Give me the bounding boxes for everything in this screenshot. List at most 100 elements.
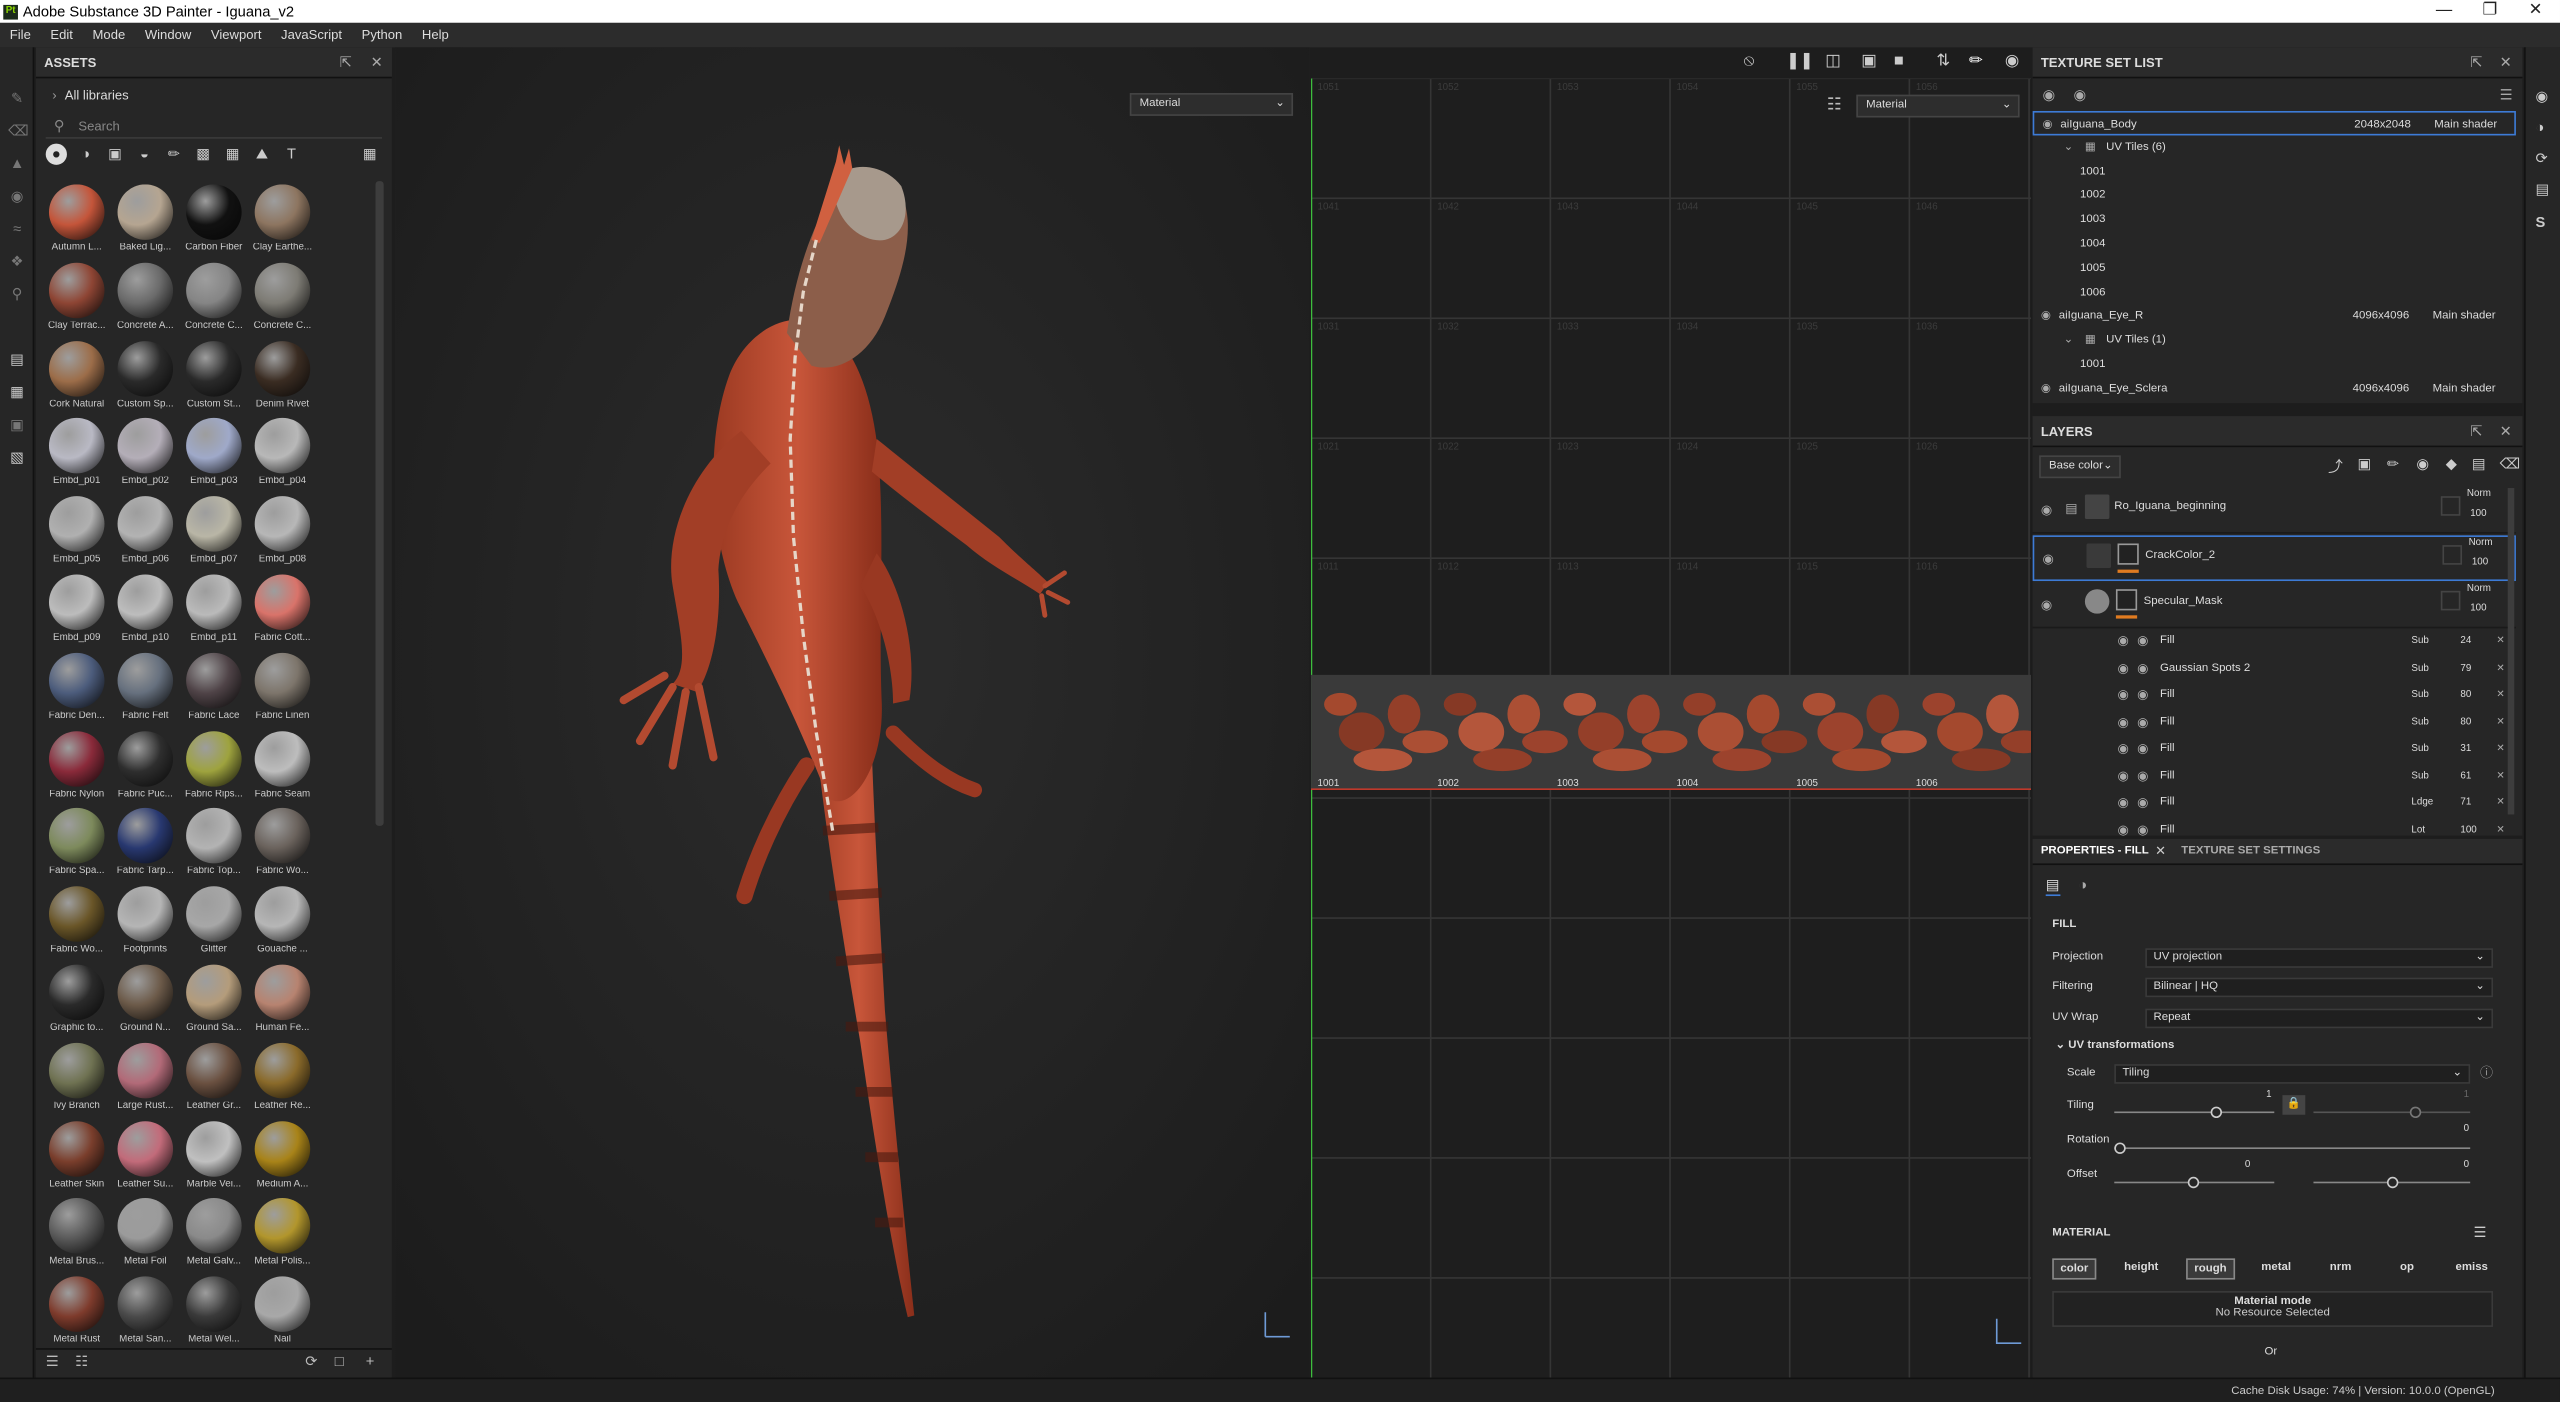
asset-item[interactable]: Embd_p11	[181, 574, 246, 653]
uv-tile-row[interactable]: 1005	[2033, 256, 2516, 280]
uvwrap-select[interactable]: Repeat ⌄	[2145, 1008, 2494, 1029]
effect-blend-mode[interactable]: Sub	[2411, 628, 2428, 654]
asset-item[interactable]: Carbon Fiber	[181, 184, 246, 262]
effect-opacity[interactable]: 80	[2460, 709, 2471, 735]
asset-item[interactable]: Leather Gr...	[181, 1042, 246, 1121]
layer-blend-mode[interactable]: Norm	[2469, 539, 2493, 549]
tiling-slider-track-2[interactable]	[2313, 1111, 2471, 1114]
tab-properties-fill[interactable]: PROPERTIES - FILL	[2041, 845, 2149, 856]
maximize-icon[interactable]: ❐	[2465, 0, 2514, 23]
rotation-slider-track[interactable]	[2114, 1147, 2471, 1150]
asset-item[interactable]: Glitter	[181, 886, 246, 965]
hide-ui-icon[interactable]: ⦸	[1744, 52, 1755, 70]
remove-effect-icon[interactable]: ✕	[2496, 628, 2504, 654]
shader-settings-icon[interactable]: ▧	[8, 449, 26, 467]
layer-row[interactable]: ◉ CrackColor_2 Norm 100	[2032, 535, 2516, 582]
viewport-2d[interactable]: 1051 1052 1053 1054 1055 1056 1041 1042 1043 1044…	[1311, 78, 2032, 1378]
paint-brush-icon[interactable]: ✎	[8, 90, 26, 108]
asset-item[interactable]: Metal Brus...	[44, 1198, 109, 1277]
assets-panel-icon[interactable]: ▤	[8, 351, 26, 369]
remove-effect-icon[interactable]: ✕	[2496, 655, 2504, 681]
paint-mode-icon[interactable]: ✏	[1969, 52, 1983, 70]
assets-scrollbar[interactable]	[375, 181, 384, 826]
effect-blend-mode[interactable]: Ldge	[2411, 790, 2433, 816]
float-panel-icon[interactable]: ⇱	[340, 47, 352, 78]
asset-item[interactable]: Embd_p08	[250, 496, 315, 574]
asset-item[interactable]: Autumn L...	[44, 184, 109, 262]
lock-icon[interactable]: 🔒	[2282, 1095, 2306, 1115]
material-menu-icon[interactable]: ☰	[2473, 1224, 2486, 1242]
asset-item[interactable]: Fabric Spa...	[44, 808, 109, 887]
channel-height-toggle[interactable]: height	[2118, 1258, 2165, 1279]
uv-tile-row[interactable]: 1004	[2033, 232, 2516, 256]
asset-item[interactable]: Fabric Felt	[113, 652, 178, 731]
asset-item[interactable]: Fabric Seam	[250, 730, 315, 809]
solo-eye-icon[interactable]: ◉	[2073, 87, 2086, 105]
text-filter-icon[interactable]: T	[281, 144, 302, 165]
asset-item[interactable]: Graphic to...	[44, 964, 109, 1043]
asset-item[interactable]: Metal Rust	[44, 1276, 109, 1352]
effect-row[interactable]: ◉ ◉ Gaussian Spots 2 Sub 79 ✕	[2033, 655, 2516, 681]
asset-item[interactable]: Custom Sp...	[113, 340, 178, 418]
asset-item[interactable]: Leather Su...	[113, 1120, 178, 1199]
display-dock-icon[interactable]: ◑	[2536, 119, 2545, 135]
texture-set-row[interactable]: ◉ aiIguana_Eye_Sclera 4096x4096 Main shader	[2033, 377, 2516, 401]
asset-item[interactable]: Metal Wel...	[181, 1276, 246, 1352]
asset-item[interactable]: Marble Vei...	[181, 1120, 246, 1199]
effect-opacity[interactable]: 80	[2460, 682, 2471, 708]
layer-blend-mode[interactable]: Norm	[2467, 584, 2491, 594]
asset-item[interactable]: Metal Galv...	[181, 1198, 246, 1277]
asset-item[interactable]: Cork Natural	[44, 340, 109, 418]
uv-tile-row[interactable]: 1001	[2033, 159, 2516, 183]
channel-select[interactable]: Base color ⌄	[2039, 455, 2121, 479]
asset-item[interactable]: Embd_p06	[113, 496, 178, 574]
menu-python[interactable]: Python	[352, 28, 412, 43]
right-viewport-mode-select[interactable]: Material ⌄	[1856, 94, 2020, 118]
layer-opacity[interactable]: 100	[2470, 604, 2486, 614]
uv-tiles-group[interactable]: ⌄ ▦ UV Tiles (1)	[2033, 328, 2516, 352]
sort-icon[interactable]: ☷	[75, 1353, 88, 1371]
clone-icon[interactable]: ❖	[8, 253, 26, 271]
effect-row[interactable]: ◉ ◉ Fill Ldge 71 ✕	[2033, 790, 2516, 816]
menu-help[interactable]: Help	[412, 28, 458, 43]
eye-icon[interactable]: ◉	[2118, 709, 2129, 735]
effect-row[interactable]: ◉ ◉ Fill Sub 80 ✕	[2033, 682, 2516, 708]
picker-icon[interactable]: ⚲	[8, 286, 26, 304]
channel-nrm-toggle[interactable]: nrm	[2323, 1258, 2358, 1279]
asset-item[interactable]: Embd_p07	[181, 496, 246, 574]
asset-item[interactable]: Ground Sa...	[181, 964, 246, 1043]
layer-row[interactable]: ◉ ▤ Ro_Iguana_beginning Norm 100	[2032, 488, 2516, 534]
left-viewport-mode-select[interactable]: Material ⌄	[1129, 93, 1294, 116]
view-mode-icon[interactable]: ◫	[1825, 52, 1840, 70]
search-input[interactable]: ⚲ Search	[45, 114, 383, 139]
effect-opacity[interactable]: 24	[2460, 628, 2471, 654]
asset-item[interactable]: Ivy Branch	[44, 1042, 109, 1121]
asset-item[interactable]: Medium A...	[250, 1120, 315, 1199]
eye-icon[interactable]: ◉	[2118, 790, 2129, 816]
remove-effect-icon[interactable]: ✕	[2496, 763, 2504, 789]
masks-filter-icon[interactable]: ▣	[104, 144, 125, 165]
close-window-icon[interactable]: ✕	[2511, 0, 2560, 23]
brushes-filter-icon[interactable]: ✏	[163, 144, 184, 165]
uv-tiles-group[interactable]: ⌄ ▦ UV Tiles (6)	[2033, 135, 2516, 159]
projection-icon[interactable]: ▲	[8, 155, 26, 173]
add-fill-layer-icon[interactable]: ◉	[2416, 455, 2429, 473]
channel-rough-toggle[interactable]: rough	[2186, 1258, 2235, 1280]
menu-edit[interactable]: Edit	[41, 28, 83, 43]
list-options-icon[interactable]: ☰	[46, 1353, 59, 1371]
tiling-slider-handle-2[interactable]	[2409, 1106, 2422, 1119]
close-panel-icon[interactable]: ✕	[371, 47, 383, 78]
minimize-icon[interactable]: —	[2420, 0, 2469, 23]
effect-row[interactable]: ◉ ◉ Fill Sub 80 ✕	[2033, 709, 2516, 735]
effect-blend-mode[interactable]: Sub	[2411, 709, 2428, 735]
projection-select[interactable]: UV projection ⌄	[2145, 948, 2494, 968]
add-effect-icon[interactable]: ⤴	[2328, 455, 2343, 476]
uv-tile-row[interactable]: 1006	[2033, 280, 2516, 304]
remove-effect-icon[interactable]: ✕	[2496, 790, 2504, 816]
float-panel-icon[interactable]: ⇱	[2470, 47, 2482, 78]
smart-materials-filter-icon[interactable]: ◑	[75, 144, 96, 165]
asset-item[interactable]: Large Rust...	[113, 1042, 178, 1121]
refresh-icon[interactable]: ⟳	[305, 1353, 317, 1371]
effect-blend-mode[interactable]: Sub	[2411, 736, 2428, 762]
eye-icon[interactable]: ◉	[2041, 304, 2051, 328]
